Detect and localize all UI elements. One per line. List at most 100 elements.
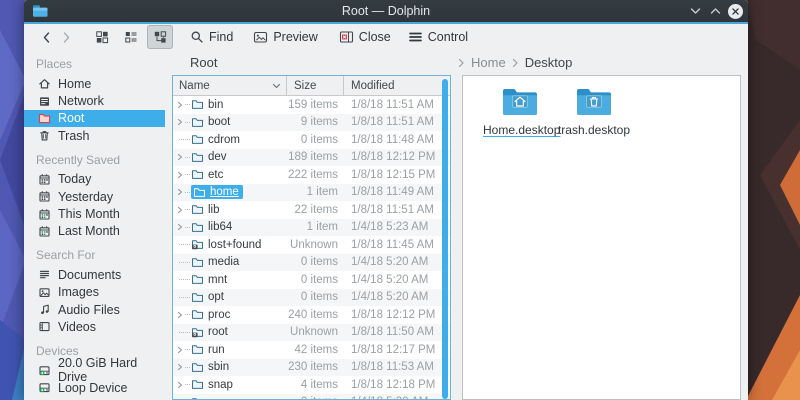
close-window-button[interactable]: [726, 0, 744, 22]
expander-icon[interactable]: [173, 346, 191, 354]
column-header-size[interactable]: Size: [287, 76, 344, 95]
desktop-item-home-desktop[interactable]: Home.desktop: [483, 85, 557, 137]
table-row[interactable]: cdrom0 items1/8/18 11:48 AM: [173, 131, 450, 149]
file-size: 1 item: [287, 221, 344, 233]
sidebar-item-yesterday[interactable]: Yesterday: [24, 188, 165, 205]
sidebar-item-documents[interactable]: Documents: [24, 266, 165, 283]
expander-icon[interactable]: [173, 223, 191, 231]
table-row[interactable]: snap4 items1/8/18 12:18 PM: [173, 376, 450, 394]
table-row[interactable]: lib22 items1/8/18 11:51 AM: [173, 201, 450, 219]
sidebar-item-last-month[interactable]: Last Month: [24, 223, 165, 240]
column-header-name[interactable]: Name: [173, 76, 287, 95]
document-icon: [37, 268, 51, 281]
folder-icon: [191, 257, 204, 268]
dolphin-window: Root — Dolphin: [24, 0, 748, 400]
details-view-icon: [124, 30, 138, 44]
expander-icon[interactable]: [173, 206, 191, 214]
sidebar-item-home[interactable]: Home: [24, 75, 165, 92]
find-button[interactable]: Find: [190, 30, 233, 44]
minimize-button[interactable]: [686, 0, 704, 22]
table-row[interactable]: run42 items1/8/18 12:17 PM: [173, 341, 450, 359]
tree-line: [173, 139, 191, 140]
sidebar-item-videos[interactable]: Videos: [24, 318, 165, 335]
expander-icon[interactable]: [173, 381, 191, 389]
table-row[interactable]: lib641 item1/4/18 5:23 AM: [173, 219, 450, 237]
sidebar-item-today[interactable]: Today: [24, 171, 165, 188]
preview-label: Preview: [273, 30, 317, 44]
file-size: 0 items: [287, 396, 344, 400]
section-title: Search For: [24, 248, 165, 263]
breadcrumb-home[interactable]: Home: [471, 55, 506, 70]
toolbar: Find Preview Close Control: [24, 24, 748, 50]
titlebar[interactable]: Root — Dolphin: [24, 0, 748, 22]
table-row[interactable]: opt0 items1/4/18 5:20 AM: [173, 289, 450, 307]
sidebar-item-label: Images: [58, 285, 99, 299]
folder-icon: [191, 239, 204, 250]
table-row[interactable]: dev189 items1/8/18 12:12 PM: [173, 149, 450, 167]
expander-icon[interactable]: [173, 363, 191, 371]
hamburger-menu-icon: [408, 31, 423, 43]
table-row[interactable]: boot9 items1/8/18 11:51 AM: [173, 114, 450, 132]
icons-view-icon: [95, 30, 109, 44]
folder-icon: [191, 362, 204, 373]
close-split-button[interactable]: Close: [339, 30, 391, 44]
table-row[interactable]: 0 items1/4/18 5:20 AM: [173, 394, 450, 400]
expander-icon[interactable]: [173, 118, 191, 126]
file-size: 222 items: [287, 169, 344, 181]
table-row[interactable]: etc222 items1/8/18 12:15 PM: [173, 166, 450, 184]
table-row[interactable]: home1 item1/8/18 11:49 AM: [173, 184, 450, 202]
sidebar-item-device[interactable]: [24, 396, 165, 400]
sidebar-item-20-0-gib-hard-drive[interactable]: 20.0 GiB Hard Drive: [24, 362, 165, 379]
file-name: run: [208, 344, 225, 356]
file-name: media: [208, 256, 239, 268]
breadcrumb[interactable]: Root: [190, 55, 455, 70]
table-row[interactable]: rootUnknown1/8/18 11:50 AM: [173, 324, 450, 342]
folder-icon: [191, 309, 204, 320]
sidebar-item-audio-files[interactable]: Audio Files: [24, 301, 165, 318]
file-name: lib64: [208, 221, 232, 233]
breadcrumb-desktop[interactable]: Desktop: [525, 55, 573, 70]
control-button[interactable]: Control: [408, 30, 468, 44]
table-row[interactable]: sbin230 items1/8/18 11:53 AM: [173, 359, 450, 377]
file-modified: 1/8/18 11:50 AM: [344, 326, 434, 338]
preview-button[interactable]: Preview: [253, 30, 317, 44]
table-row[interactable]: media0 items1/4/18 5:20 AM: [173, 254, 450, 272]
expander-icon[interactable]: [173, 171, 191, 179]
details-view-button[interactable]: [118, 25, 144, 49]
file-size: 159 items: [287, 99, 344, 111]
table-row[interactable]: proc240 items1/8/18 12:12 PM: [173, 306, 450, 324]
desktop-item-trash-desktop[interactable]: trash.desktop: [557, 85, 631, 137]
folder-icon: [191, 204, 204, 215]
maximize-button[interactable]: [706, 0, 724, 22]
back-button[interactable]: [36, 31, 56, 44]
tree-view-button[interactable]: [147, 25, 173, 49]
sidebar-item-this-month[interactable]: This Month: [24, 205, 165, 222]
audio-icon: [37, 303, 51, 316]
sidebar-item-images[interactable]: Images: [24, 284, 165, 301]
file-size: 22 items: [287, 204, 344, 216]
icons-view-button[interactable]: [89, 25, 115, 49]
expander-icon[interactable]: [173, 101, 191, 109]
expander-icon[interactable]: [173, 188, 191, 196]
column-header-modified[interactable]: Modified: [344, 76, 450, 95]
table-row[interactable]: lost+foundUnknown1/8/18 11:45 AM: [173, 236, 450, 254]
sidebar-item-trash[interactable]: Trash: [24, 127, 165, 144]
search-icon: [190, 30, 204, 44]
expander-icon[interactable]: [173, 153, 191, 161]
selected-file[interactable]: home: [191, 185, 243, 199]
file-name: boot: [208, 116, 230, 128]
sidebar-item-root[interactable]: Root: [24, 110, 165, 127]
close-label: Close: [359, 30, 391, 44]
file-view-root: Name Size Modified bin159 items1/8/18 11…: [172, 75, 451, 400]
expander-icon[interactable]: [173, 311, 191, 319]
home-icon: [37, 77, 51, 90]
table-row[interactable]: mnt0 items1/4/18 5:20 AM: [173, 271, 450, 289]
split-pane-root: Root Name Size Modified bin159 items1/8/…: [165, 50, 455, 400]
tree-line: [173, 279, 191, 280]
vertical-scrollbar[interactable]: [442, 79, 448, 399]
sidebar-item-network[interactable]: Network: [24, 92, 165, 109]
places-section: Devices20.0 GiB Hard DriveLoop Device: [24, 344, 165, 400]
sidebar-item-label: Loop Device: [58, 381, 128, 395]
forward-button[interactable]: [56, 31, 76, 44]
table-row[interactable]: bin159 items1/8/18 11:51 AM: [173, 96, 450, 114]
